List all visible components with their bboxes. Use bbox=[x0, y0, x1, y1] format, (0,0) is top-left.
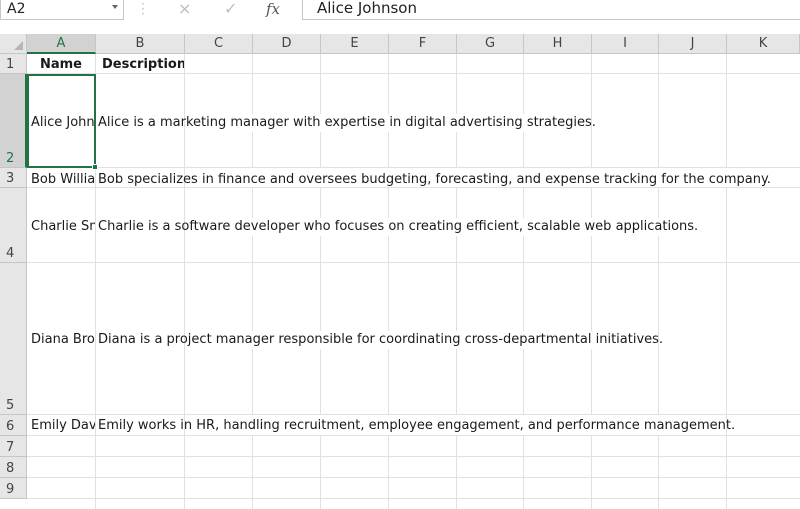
cell-a6[interactable]: Emily Davi bbox=[31, 418, 95, 434]
cell-a4[interactable]: Charlie Sm bbox=[31, 219, 95, 235]
column-header-k[interactable]: K bbox=[727, 34, 800, 54]
select-all-button[interactable] bbox=[0, 34, 27, 54]
row-header-2[interactable]: 2 bbox=[0, 74, 27, 168]
chevron-down-icon[interactable] bbox=[112, 5, 118, 9]
cell-a1[interactable]: Name bbox=[28, 57, 94, 73]
row-header-9[interactable]: 9 bbox=[0, 478, 27, 499]
cell-b4[interactable]: Charlie is a software developer who focu… bbox=[98, 219, 738, 235]
select-all-icon bbox=[14, 41, 23, 50]
cell-a5[interactable]: Diana Brov bbox=[31, 332, 95, 348]
column-header-i[interactable]: I bbox=[592, 34, 659, 54]
row-header-7[interactable]: 7 bbox=[0, 436, 27, 457]
name-box[interactable]: A2 bbox=[0, 0, 124, 20]
formula-input[interactable]: Alice Johnson bbox=[302, 0, 800, 20]
cell-b3[interactable]: Bob specializes in finance and oversees … bbox=[98, 172, 798, 188]
name-box-value: A2 bbox=[7, 1, 26, 17]
cancel-icon[interactable]: × bbox=[178, 0, 191, 20]
column-header-e[interactable]: E bbox=[321, 34, 389, 54]
cell-b5[interactable]: Diana is a project manager responsible f… bbox=[98, 332, 738, 348]
column-header-c[interactable]: C bbox=[185, 34, 253, 54]
enter-icon[interactable]: ✓ bbox=[224, 0, 237, 20]
row-header-5[interactable]: 5 bbox=[0, 263, 27, 415]
active-cell-border bbox=[27, 74, 96, 168]
insert-function-icon[interactable]: fx bbox=[266, 0, 280, 18]
row-header-3[interactable]: 3 bbox=[0, 168, 27, 188]
column-header-g[interactable]: G bbox=[457, 34, 524, 54]
formula-bar: A2 · · · × ✓ fx Alice Johnson bbox=[0, 0, 800, 24]
fill-handle[interactable] bbox=[92, 164, 98, 170]
column-header-a[interactable]: A bbox=[27, 34, 96, 54]
row-header-4[interactable]: 4 bbox=[0, 188, 27, 263]
cell-b6[interactable]: Emily works in HR, handling recruitment,… bbox=[98, 418, 778, 434]
column-header-f[interactable]: F bbox=[389, 34, 457, 54]
column-header-h[interactable]: H bbox=[524, 34, 592, 54]
cell-b2[interactable]: Alice is a marketing manager with expert… bbox=[98, 115, 738, 131]
row-header-1[interactable]: 1 bbox=[0, 54, 27, 74]
more-icon[interactable]: · · · bbox=[141, 0, 145, 20]
cell-a3[interactable]: Bob Williar bbox=[31, 172, 95, 188]
column-header-b[interactable]: B bbox=[96, 34, 185, 54]
column-header-j[interactable]: J bbox=[659, 34, 727, 54]
row-header-8[interactable]: 8 bbox=[0, 457, 27, 478]
cell-b1[interactable]: Description bbox=[102, 57, 184, 73]
column-header-d[interactable]: D bbox=[253, 34, 321, 54]
row-header-6[interactable]: 6 bbox=[0, 415, 27, 436]
